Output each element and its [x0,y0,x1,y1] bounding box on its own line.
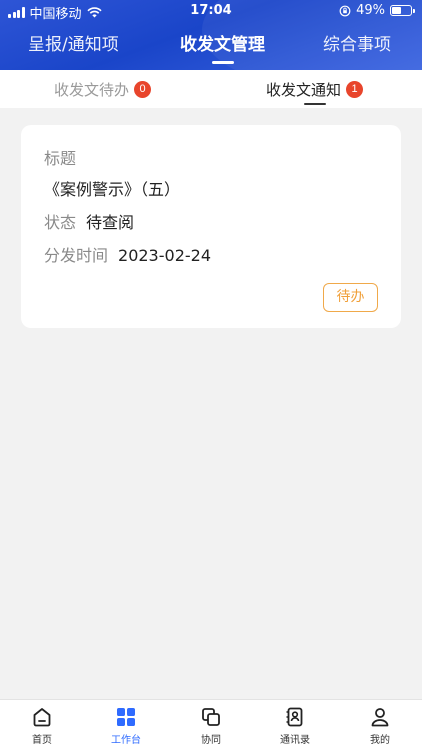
grid-icon [117,708,135,726]
status-right: 49% [339,3,415,18]
contacts-book-icon [286,707,303,727]
battery-percent: 49% [356,3,385,18]
nav-label: 首页 [32,735,52,746]
active-subtab-indicator [303,103,326,105]
status-value: 待查阅 [86,213,135,232]
date-value: 2023-02-24 [118,246,211,265]
status-row: 状态 待查阅 [44,209,134,233]
pending-button[interactable]: 待办 [323,283,378,312]
nav-label: 协同 [201,735,221,746]
tab-label: 收发文管理 [180,35,265,55]
nav-label: 通讯录 [280,735,310,746]
notice-card[interactable]: 标题 《案例警示》（五） 状态 待查阅 分发时间 2023-02-24 待办 [21,125,401,328]
tab-report-notice[interactable]: 呈报/通知项 [28,30,119,64]
status-label: 状态 [44,213,77,232]
sub-tabs: 收发文待办 0 收发文通知 1 [0,70,422,108]
user-icon [371,708,389,727]
nav-workbench[interactable]: 工作台 [96,706,156,746]
bottom-nav: 首页 工作台 协同 通讯录 我的 [0,699,422,750]
notice-title: 《案例警示》（五） [44,180,181,199]
home-icon [33,708,51,727]
title-label: 标题 [44,149,77,168]
date-label: 分发时间 [44,246,109,265]
tab-general-matters[interactable]: 综合事项 [323,30,391,64]
battery-icon [390,5,415,16]
subtab-document-todo[interactable]: 收发文待办 0 [54,70,152,108]
count-badge: 1 [346,80,364,98]
tab-label: 综合事项 [323,35,391,55]
subtab-label: 收发文待办 [54,80,130,99]
status-bar: 中国移动 17:04 49% [0,0,422,22]
collaborate-icon [202,708,220,726]
count-badge: 0 [134,80,152,98]
nav-label: 我的 [370,735,390,746]
nav-label: 工作台 [111,735,141,746]
active-tab-indicator [211,61,234,64]
nav-collaborate[interactable]: 协同 [181,706,241,746]
subtab-label: 收发文通知 [266,80,342,99]
subtab-document-notice[interactable]: 收发文通知 1 [266,70,364,108]
nav-home[interactable]: 首页 [12,706,72,746]
orientation-lock-icon [339,5,351,16]
tab-label: 呈报/通知项 [28,35,119,55]
top-tabs: 呈报/通知项 收发文管理 综合事项 [0,30,422,64]
nav-mine[interactable]: 我的 [350,706,410,746]
date-row: 分发时间 2023-02-24 [44,242,211,266]
tab-document-management[interactable]: 收发文管理 [180,30,265,64]
nav-contacts[interactable]: 通讯录 [265,706,325,746]
app-header: 中国移动 17:04 49% 呈报/通知项 收发文管理 综合事项 [0,0,422,70]
